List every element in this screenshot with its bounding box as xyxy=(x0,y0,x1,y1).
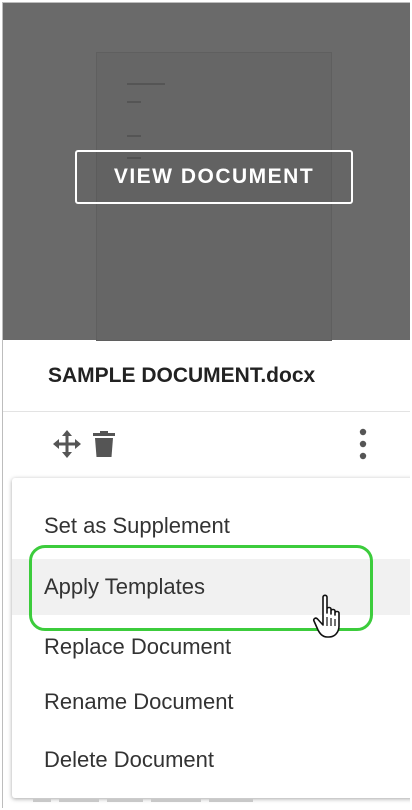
menu-item-rename-document[interactable]: Rename Document xyxy=(12,674,410,730)
view-document-button[interactable]: VIEW DOCUMENT xyxy=(75,150,353,204)
thumbnail-line xyxy=(127,83,165,85)
move-icon[interactable] xyxy=(53,430,81,458)
more-vertical-icon[interactable] xyxy=(351,426,375,462)
hand-pointer-cursor-icon xyxy=(312,594,340,638)
document-card: VIEW DOCUMENT SAMPLE DOCUMENT.docx Set a… xyxy=(2,2,410,808)
clipped-content xyxy=(33,799,293,807)
thumbnail-line xyxy=(127,135,141,137)
menu-item-set-as-supplement[interactable]: Set as Supplement xyxy=(12,498,410,554)
menu-item-delete-document[interactable]: Delete Document xyxy=(12,732,410,788)
thumbnail-line xyxy=(127,101,141,103)
document-toolbar xyxy=(3,412,410,476)
document-file-name: SAMPLE DOCUMENT.docx xyxy=(3,340,410,412)
document-preview[interactable]: VIEW DOCUMENT xyxy=(3,3,410,340)
trash-icon[interactable] xyxy=(93,431,115,457)
